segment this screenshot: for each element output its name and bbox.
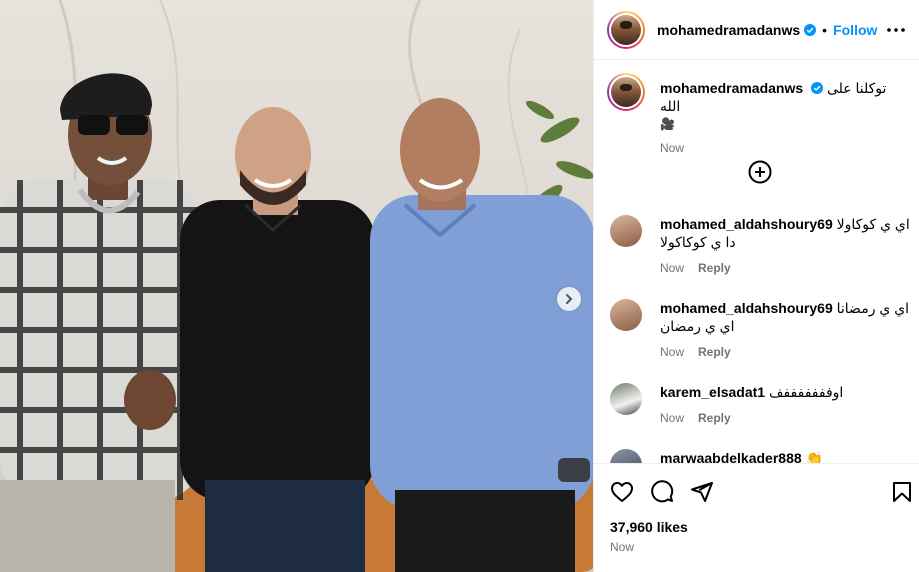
post-time: Now: [610, 540, 635, 554]
author-avatar[interactable]: [607, 10, 645, 49]
commenter-avatar[interactable]: [610, 449, 642, 463]
bookmark-icon[interactable]: [890, 480, 914, 504]
comment-meta: Now Reply: [660, 409, 910, 427]
comment-item: mohamed_aldahshoury69 اي ي كوكاولا دا ي …: [610, 213, 910, 283]
plus-circle-icon[interactable]: [748, 160, 772, 184]
verified-badge-icon: [811, 82, 824, 94]
comment-username[interactable]: mohamed_aldahshoury69: [660, 216, 833, 232]
paper-plane-icon[interactable]: [690, 480, 714, 504]
comment-text: اوفففففففف: [768, 384, 844, 400]
chevron-right-icon: [566, 294, 573, 304]
comment-icon[interactable]: [650, 480, 674, 504]
caption-avatar[interactable]: [607, 73, 645, 111]
post-actions: 37,960 likes Now: [594, 463, 919, 572]
reply-button[interactable]: Reply: [698, 411, 731, 425]
comment-meta: Now Reply: [660, 343, 910, 361]
more-options-button[interactable]: [884, 18, 908, 42]
separator-dot: •: [822, 21, 828, 38]
comment-username[interactable]: karem_elsadat1: [660, 384, 765, 400]
verified-badge-icon: [804, 23, 817, 36]
likes-count[interactable]: 37,960 likes: [610, 519, 688, 535]
heart-icon[interactable]: [610, 480, 634, 504]
commenter-avatar[interactable]: [610, 383, 642, 415]
post-image: [0, 0, 593, 572]
post-header: mohamedramadanws • Follow: [594, 0, 919, 60]
author-username[interactable]: mohamedramadanws: [657, 22, 800, 38]
comment-text: 👏: [805, 450, 823, 463]
caption-time: Now: [660, 141, 685, 155]
more-options-icon: [887, 28, 905, 32]
reply-button[interactable]: Reply: [698, 345, 731, 359]
commenter-avatar[interactable]: [610, 215, 642, 247]
reply-button[interactable]: Reply: [698, 261, 731, 275]
commenter-avatar[interactable]: [610, 299, 642, 331]
caption: mohamedramadanws توكلنا على الله 🎥 Now: [607, 73, 907, 155]
comments-section[interactable]: mohamedramadanws توكلنا على الله 🎥 Now m…: [594, 61, 919, 463]
comment-time: Now: [660, 261, 685, 275]
comment-time: Now: [660, 345, 685, 359]
next-image-button[interactable]: [557, 287, 581, 311]
comment-time: Now: [660, 411, 685, 425]
comment-meta: Now Reply: [660, 259, 910, 277]
comment-item: mohamed_aldahshoury69 اي ي رمضانا اي ي ر…: [610, 297, 910, 367]
caption-username[interactable]: mohamedramadanws: [660, 80, 803, 96]
comment-username[interactable]: mohamed_aldahshoury69: [660, 300, 833, 316]
post-photo[interactable]: [0, 0, 593, 572]
comment-item: marwaabdelkader888 👏: [610, 447, 910, 463]
comment-username[interactable]: marwaabdelkader888: [660, 450, 802, 463]
post-side-panel: mohamedramadanws • Follow mohamedramadan…: [593, 0, 919, 572]
comment-item: karem_elsadat1 اوفففففففف Now Reply: [610, 381, 910, 441]
camera-emoji: 🎥: [660, 117, 675, 131]
follow-button[interactable]: Follow: [833, 22, 877, 38]
